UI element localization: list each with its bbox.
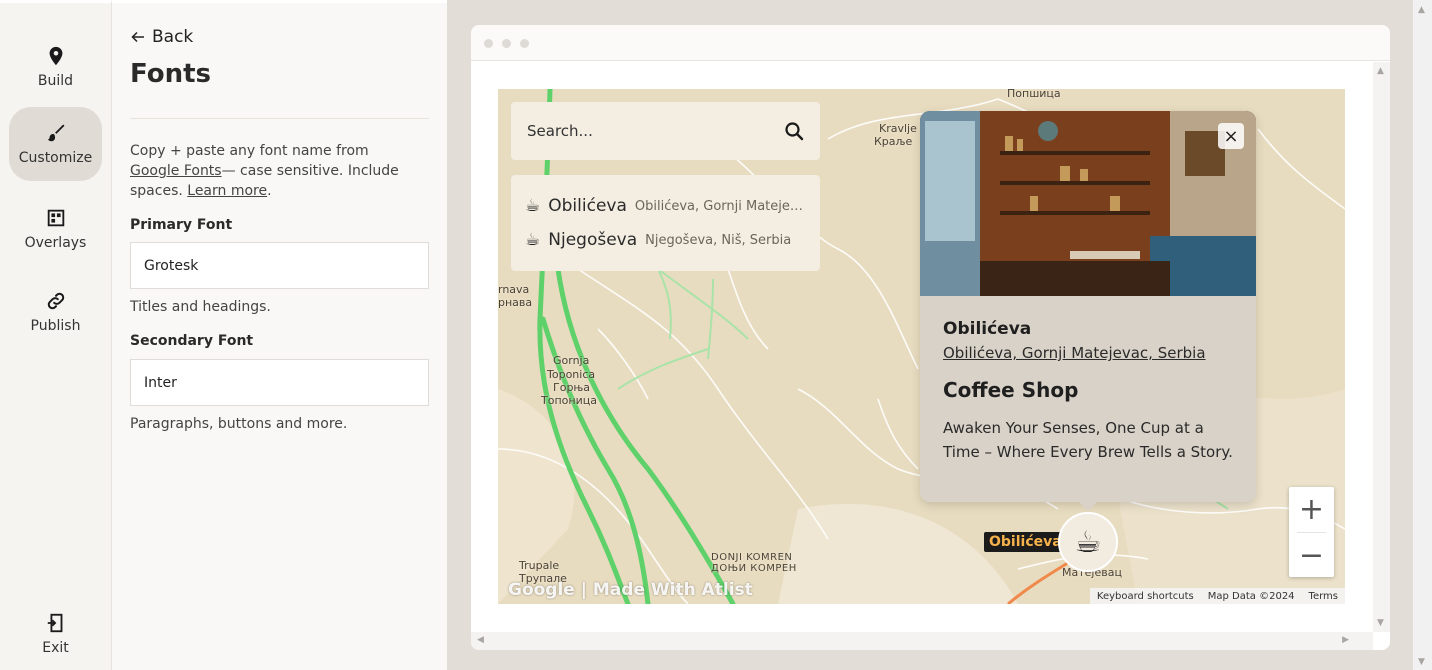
terms-link[interactable]: Terms (1302, 591, 1345, 602)
google-logo: Google | Made With Atlist (508, 580, 753, 600)
rail-label-build: Build (37, 73, 74, 89)
back-button[interactable]: Back (130, 27, 193, 47)
coffee-icon: ☕ (1074, 524, 1102, 560)
zoom-out-button[interactable]: − (1289, 533, 1334, 578)
list-item[interactable]: ☕ Njegoševa Njegoševa, Niš, Serbia (525, 223, 806, 257)
map-marker[interactable]: ☕ (1058, 512, 1118, 572)
zoom-controls: + − (1289, 487, 1334, 577)
search-icon[interactable] (784, 121, 804, 141)
learn-more-link[interactable]: Learn more (187, 183, 267, 199)
place-label: Kravlje (879, 122, 917, 135)
primary-font-input[interactable] (130, 242, 429, 289)
location-card: × Obilićeva Obilićeva, Gornji Matejevac,… (920, 111, 1256, 502)
google-text: Google (508, 580, 575, 600)
browser-bar (471, 25, 1390, 61)
scroll-left-icon[interactable]: ◀ (477, 635, 484, 645)
card-title: Obilićeva (943, 319, 1032, 339)
place-label: Gornja (553, 354, 590, 367)
fonts-panel: Back Fonts Copy + paste any font name fr… (112, 0, 447, 670)
vertical-scrollbar[interactable]: ▲ ▼ (1373, 62, 1390, 632)
map-attribution: Keyboard shortcuts Map Data ©2024 Terms (1089, 588, 1345, 604)
card-category: Coffee Shop (943, 378, 1079, 402)
result-name: Njegoševa (548, 230, 638, 250)
brush-icon (47, 124, 64, 142)
rail-label-publish: Publish (30, 318, 81, 334)
left-rail: Build Customize Overlays Publish Exit (0, 0, 112, 670)
search-input[interactable] (527, 122, 784, 140)
map-data-text: Map Data ©2024 (1207, 590, 1295, 602)
result-address: Njegoševa, Niš, Serbia (645, 232, 792, 248)
scroll-up-icon[interactable]: ▲ (1377, 66, 1384, 76)
page-title: Fonts (130, 59, 211, 89)
desc-suffix: . (267, 183, 272, 199)
close-button[interactable]: × (1218, 123, 1244, 149)
link-icon (47, 292, 64, 310)
scroll-up-icon[interactable]: ▲ (1418, 5, 1425, 15)
place-label: Trupale (519, 559, 560, 572)
fonts-description: Copy + paste any font name from Google F… (130, 141, 420, 201)
window-dot (502, 39, 511, 48)
google-fonts-link[interactable]: Google Fonts (130, 163, 222, 179)
rail-label-exit: Exit (42, 640, 69, 656)
scroll-right-icon[interactable]: ▶ (1342, 635, 1349, 645)
rail-item-publish[interactable]: Publish (9, 275, 102, 349)
map-canvas[interactable]: Попшица Kravlje Краље rnava рнава Gornja… (498, 89, 1345, 604)
list-item[interactable]: ☕ Obilićeva Obilićeva, Gornji Matejevac,… (525, 189, 806, 223)
overlays-icon (47, 209, 64, 227)
scroll-down-icon[interactable]: ▼ (1418, 657, 1425, 667)
window-dot (484, 39, 493, 48)
window-dot (520, 39, 529, 48)
result-name: Obilićeva (548, 196, 627, 216)
search-box (511, 102, 820, 160)
place-label: Попшица (1007, 89, 1061, 100)
card-pointer (1078, 501, 1098, 511)
horizontal-scrollbar[interactable]: ◀ ▶ (471, 632, 1373, 650)
primary-font-help: Titles and headings. (130, 299, 271, 315)
scroll-down-icon[interactable]: ▼ (1377, 618, 1384, 628)
rail-label-overlays: Overlays (24, 235, 87, 251)
made-with-text: Made With Atlist (592, 580, 753, 600)
rail-label-customize: Customize (18, 150, 93, 166)
rail-item-exit[interactable]: Exit (9, 597, 102, 670)
card-description: Awaken Your Senses, One Cup at a Time – … (943, 419, 1233, 461)
browser-frame: Попшица Kravlje Краље rnava рнава Gornja… (471, 25, 1390, 650)
secondary-font-help: Paragraphs, buttons and more. (130, 416, 348, 432)
keyboard-shortcuts-link[interactable]: Keyboard shortcuts (1090, 591, 1201, 602)
preview-area: Попшица Kravlje Краље rnava рнава Gornja… (447, 0, 1413, 670)
secondary-font-label: Secondary Font (130, 333, 254, 349)
arrow-left-icon (131, 31, 144, 43)
card-address-link[interactable]: Obilićeva, Gornji Matejevac, Serbia (943, 344, 1206, 362)
secondary-font-input[interactable] (130, 359, 429, 406)
result-address: Obilićeva, Gornji Matejevac, Serbia (634, 198, 806, 214)
coffee-icon: ☕ (525, 230, 541, 250)
zoom-in-button[interactable]: + (1289, 487, 1334, 532)
divider (130, 118, 429, 119)
primary-font-label: Primary Font (130, 217, 233, 233)
cafe-photo (920, 111, 1256, 296)
place-label: Краље (874, 135, 913, 148)
place-label: Топоница (541, 394, 597, 407)
rail-item-customize[interactable]: Customize (9, 107, 102, 181)
place-label: рнава (498, 296, 533, 309)
map-pin-icon (49, 46, 62, 66)
marker-label[interactable]: Obilićeva (984, 532, 1067, 552)
place-label: ДОЊИ КОМРЕН (711, 563, 797, 574)
place-label: Горња (553, 381, 591, 394)
search-results: ☕ Obilićeva Obilićeva, Gornji Matejevac,… (511, 175, 820, 271)
page-scrollbar[interactable]: ▲ ▼ (1413, 0, 1432, 670)
place-label: rnava (498, 283, 530, 296)
back-label: Back (152, 27, 194, 47)
desc-prefix: Copy + paste any font name from (130, 143, 369, 159)
rail-item-build[interactable]: Build (9, 30, 102, 104)
place-label: Toponica (547, 368, 596, 381)
exit-icon (47, 613, 62, 633)
rail-item-overlays[interactable]: Overlays (9, 192, 102, 266)
coffee-icon: ☕ (525, 196, 541, 216)
